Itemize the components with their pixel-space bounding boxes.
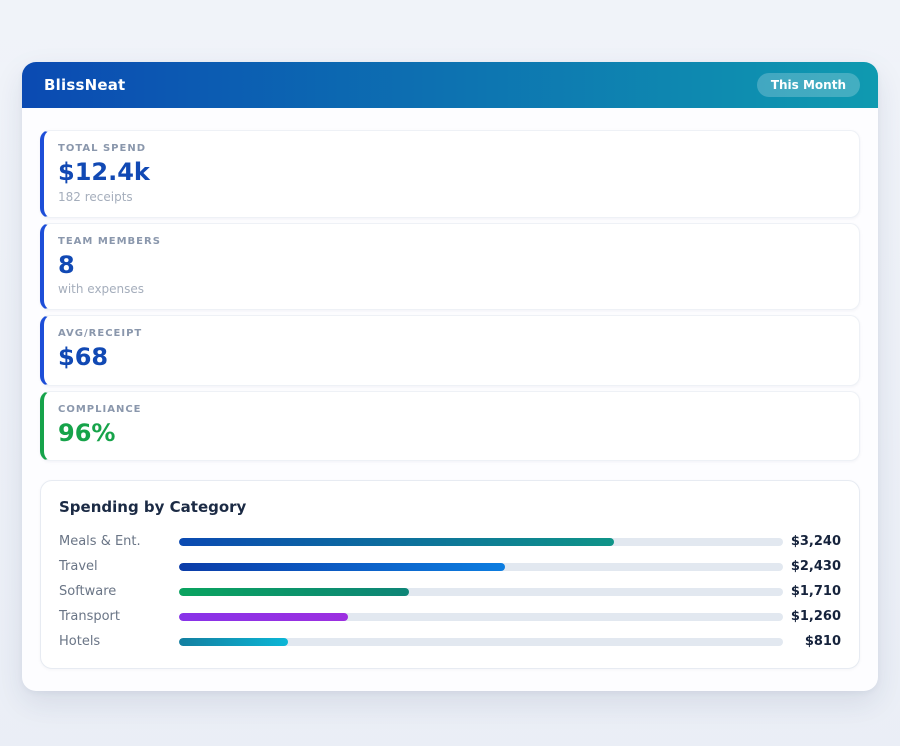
spending-by-category-chart: Spending by Category Meals & Ent. $3,240… — [40, 480, 860, 669]
category-label: Transport — [59, 609, 179, 624]
stat-subtext: with expenses — [58, 282, 841, 296]
category-label: Meals & Ent. — [59, 534, 179, 549]
category-label: Software — [59, 584, 179, 599]
stat-subtext: 182 receipts — [58, 190, 841, 204]
stat-card-compliance: COMPLIANCE 96% — [40, 391, 860, 462]
chart-row-meals: Meals & Ent. $3,240 — [59, 529, 841, 554]
main-content: TOTAL SPEND $12.4k 182 receipts TEAM MEM… — [22, 108, 878, 691]
chart-row-hotels: Hotels $810 — [59, 629, 841, 654]
stat-label: TOTAL SPEND — [58, 143, 841, 154]
period-badge[interactable]: This Month — [757, 73, 860, 97]
app-title: BlissNeat — [44, 76, 125, 94]
bar-track — [179, 563, 783, 571]
stat-value: 8 — [58, 252, 841, 280]
bar-track — [179, 613, 783, 621]
chart-row-travel: Travel $2,430 — [59, 554, 841, 579]
bar-fill-transport — [179, 613, 348, 621]
chart-row-software: Software $1,710 — [59, 579, 841, 604]
category-value: $810 — [783, 634, 841, 649]
category-label: Travel — [59, 559, 179, 574]
bar-fill-hotels — [179, 638, 288, 646]
stat-value: 96% — [58, 420, 841, 448]
bar-fill-meals — [179, 538, 614, 546]
chart-title: Spending by Category — [59, 498, 841, 516]
stat-card-team-members: TEAM MEMBERS 8 with expenses — [40, 223, 860, 311]
bar-track — [179, 538, 783, 546]
stat-label: TEAM MEMBERS — [58, 236, 841, 247]
stat-value: $68 — [58, 344, 841, 372]
stat-label: COMPLIANCE — [58, 404, 841, 415]
bar-track — [179, 588, 783, 596]
bar-fill-software — [179, 588, 409, 596]
app-header: BlissNeat This Month — [22, 62, 878, 108]
chart-row-transport: Transport $1,260 — [59, 604, 841, 629]
category-value: $3,240 — [783, 534, 841, 549]
app-card: BlissNeat This Month TOTAL SPEND $12.4k … — [22, 62, 878, 691]
category-value: $1,260 — [783, 609, 841, 624]
category-value: $1,710 — [783, 584, 841, 599]
category-label: Hotels — [59, 634, 179, 649]
stat-label: AVG/RECEIPT — [58, 328, 841, 339]
stat-value: $12.4k — [58, 159, 841, 187]
stat-card-total-spend: TOTAL SPEND $12.4k 182 receipts — [40, 130, 860, 218]
bar-fill-travel — [179, 563, 505, 571]
category-value: $2,430 — [783, 559, 841, 574]
stat-card-avg-receipt: AVG/RECEIPT $68 — [40, 315, 860, 386]
bar-track — [179, 638, 783, 646]
